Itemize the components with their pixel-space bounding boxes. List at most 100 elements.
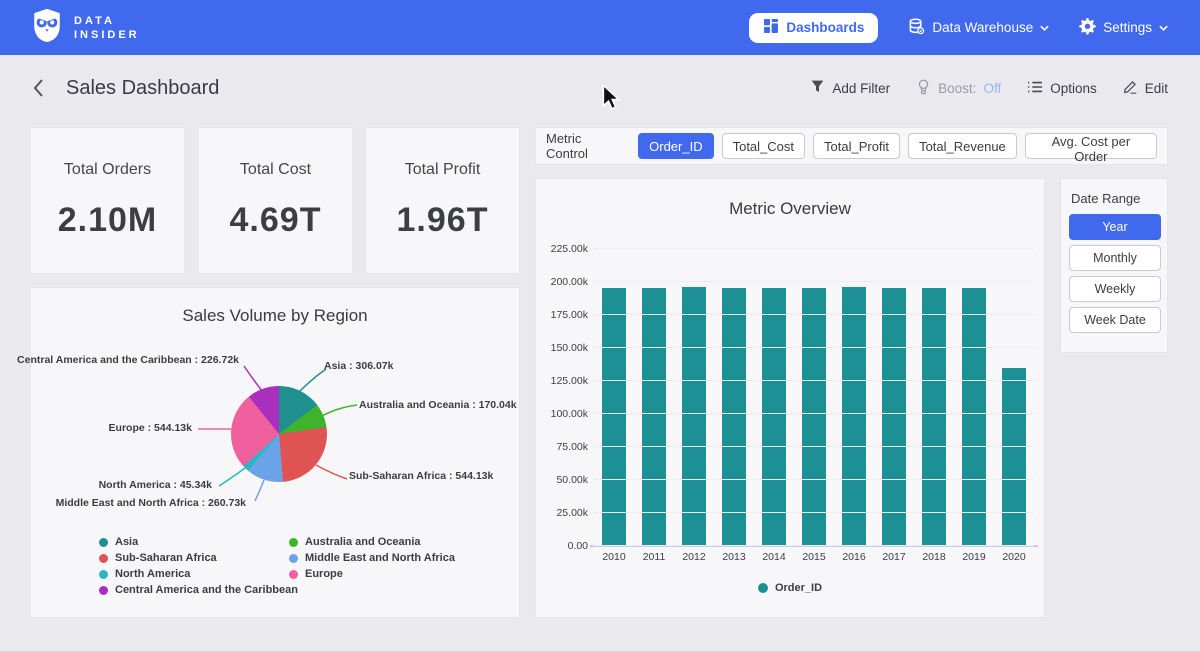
y-tick-label: 200.00k — [540, 276, 588, 288]
y-tick-label: 75.00k — [540, 441, 588, 453]
database-icon — [908, 18, 925, 38]
gridline — [594, 281, 1034, 282]
bar-2017 — [882, 288, 906, 546]
pie-legend-item-asia: Asia — [99, 534, 298, 550]
y-tick-label: 100.00k — [540, 408, 588, 420]
boost-state: Off — [983, 81, 1001, 96]
kpi-card-total-profit: Total Profit 1.96T — [365, 127, 520, 274]
metric-chip-order-id[interactable]: Order_ID — [638, 133, 713, 159]
edit-button[interactable]: Edit — [1123, 79, 1168, 97]
gridline — [594, 413, 1034, 414]
metric-chip-total-revenue[interactable]: Total_Revenue — [908, 133, 1017, 159]
bar-2011 — [642, 288, 666, 546]
x-tick-label: 2012 — [674, 551, 714, 563]
chevron-down-icon — [1040, 25, 1049, 31]
bar-2020 — [1002, 368, 1026, 546]
gridline — [594, 512, 1034, 513]
date-range-title: Date Range — [1071, 191, 1159, 206]
options-button[interactable]: Options — [1027, 80, 1097, 97]
metric-chip-total-profit[interactable]: Total_Profit — [813, 133, 900, 159]
y-tick-label: 175.00k — [540, 309, 588, 321]
pie-legend-item-europe: Europe — [289, 566, 455, 582]
bar-2012 — [682, 287, 706, 546]
dashboards-grid-icon — [763, 18, 779, 37]
owl-logo-icon — [30, 7, 64, 48]
date-range-year[interactable]: Year — [1069, 214, 1161, 240]
date-range-panel: Date Range Year Monthly Weekly Week Date — [1060, 178, 1168, 353]
nav-dashboards-button[interactable]: Dashboards — [749, 13, 878, 43]
filter-funnel-icon — [810, 79, 825, 97]
boost-balloon-icon — [916, 79, 931, 98]
date-range-monthly[interactable]: Monthly — [1069, 245, 1161, 271]
list-options-icon — [1027, 80, 1043, 97]
bar-2013 — [722, 288, 746, 546]
bar-2010 — [602, 288, 626, 546]
metric-chip-total-cost[interactable]: Total_Cost — [722, 133, 805, 159]
y-tick-label: 50.00k — [540, 474, 588, 486]
legend-label: Central America and the Caribbean — [115, 584, 298, 596]
x-axis-labels: 2010201120122013201420152016201720182019… — [594, 551, 1034, 563]
chart-title: Metric Overview — [536, 199, 1044, 219]
kpi-card-total-orders: Total Orders 2.10M — [30, 127, 185, 274]
x-tick-label: 2015 — [794, 551, 834, 563]
metric-chip-avg-cost-per-order[interactable]: Avg. Cost per Order — [1025, 133, 1157, 159]
legend-dot — [99, 538, 108, 547]
date-range-week-date[interactable]: Week Date — [1069, 307, 1161, 333]
navbar-menu: Dashboards Data Warehouse — [749, 13, 1168, 43]
back-button[interactable] — [32, 78, 44, 98]
gridline — [594, 446, 1034, 447]
brand-name: DATA INSIDER — [74, 14, 140, 42]
legend-dot — [289, 554, 298, 563]
kpi-value: 1.96T — [397, 201, 489, 240]
kpi-label: Total Profit — [405, 161, 481, 179]
pie-callout-sub-saharan-africa: Sub-Saharan Africa : 544.13k — [349, 470, 493, 482]
pie-chart-title: Sales Volume by Region — [31, 306, 519, 326]
pie-legend-column-1: Asia Sub-Saharan Africa North America Centr… — [99, 534, 298, 598]
x-tick-label: 2014 — [754, 551, 794, 563]
nav-data-warehouse-menu[interactable]: Data Warehouse — [908, 18, 1049, 38]
dashboard-header: Sales Dashboard Add Filter Boost: Off — [0, 55, 1200, 121]
pie-callout-middle-east-and-north-africa: Middle East and North Africa : 260.73k — [56, 497, 246, 509]
y-tick-label: 25.00k — [540, 507, 588, 519]
kpi-value: 4.69T — [230, 201, 322, 240]
bar-2016 — [842, 287, 866, 546]
y-tick-label: 150.00k — [540, 342, 588, 354]
boost-toggle[interactable]: Boost: Off — [916, 79, 1001, 98]
legend-label: Sub-Saharan Africa — [115, 552, 217, 564]
bar-2014 — [762, 288, 786, 546]
pie-callout-north-america: North America : 45.34k — [99, 479, 212, 491]
pie-callout-asia: Asia : 306.07k — [324, 360, 393, 372]
add-filter-button[interactable]: Add Filter — [810, 79, 890, 97]
metric-chip-group: Order_ID Total_Cost Total_Profit Total_Reve… — [638, 133, 1157, 159]
legend-label: Australia and Oceania — [305, 536, 421, 548]
pie-legend-item-australia-and-oceania: Australia and Oceania — [289, 534, 455, 550]
x-tick-label: 2017 — [874, 551, 914, 563]
kpi-label: Total Orders — [64, 161, 151, 179]
pie-legend-item-north-america: North America — [99, 566, 298, 582]
brand[interactable]: DATA INSIDER — [30, 7, 140, 48]
gridline — [594, 545, 1034, 546]
bar-series — [594, 249, 1034, 546]
metric-overview-chart-card: Metric Overview 0.00 25.00k 50.00k 75.00k 10… — [535, 178, 1045, 618]
gear-icon — [1079, 18, 1096, 38]
nav-settings-menu[interactable]: Settings — [1079, 18, 1168, 38]
pencil-icon — [1123, 79, 1138, 97]
bar-2018 — [922, 288, 946, 546]
top-navbar: DATA INSIDER Dashboards — [0, 0, 1200, 55]
x-tick-label: 2019 — [954, 551, 994, 563]
legend-dot — [99, 554, 108, 563]
date-range-weekly[interactable]: Weekly — [1069, 276, 1161, 302]
legend-label: Order_ID — [775, 582, 822, 594]
sales-dashboard-page: DATA INSIDER Dashboards — [0, 0, 1200, 651]
pie-callout-europe: Europe : 544.13k — [109, 422, 192, 434]
metric-control-bar: Metric Control Order_IDTotal_CostTotal_P… — [535, 127, 1168, 165]
x-tick-label: 2010 — [594, 551, 634, 563]
bar-2015 — [802, 288, 826, 546]
y-tick-label: 0.00 — [540, 540, 588, 552]
legend-label: Asia — [115, 536, 138, 548]
x-tick-label: 2016 — [834, 551, 874, 563]
kpi-label: Total Cost — [240, 161, 311, 179]
gridline — [594, 347, 1034, 348]
pie-legend-item-middle-east-and-north-africa: Middle East and North Africa — [289, 550, 455, 566]
bar-2019 — [962, 288, 986, 546]
